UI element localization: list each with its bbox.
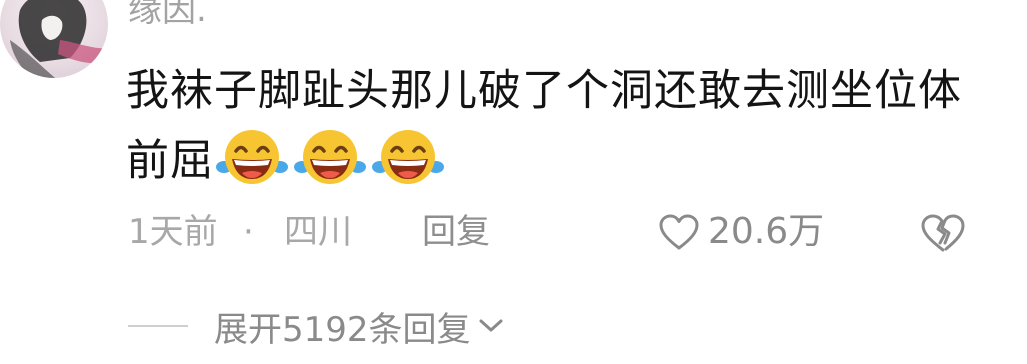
comment-meta: 1天前 · 四川 回复 20.6万: [128, 207, 988, 257]
laughing-crying-emoji-icon: [216, 130, 288, 184]
comment-text: 我袜子脚趾头那儿破了个洞还敢去测坐位体前屈: [126, 56, 986, 196]
divider-line: [128, 325, 188, 327]
avatar[interactable]: [0, 0, 108, 78]
like-count: 20.6万: [708, 211, 825, 252]
location: 四川: [284, 212, 352, 252]
expand-replies-button[interactable]: 展开5192条回复: [128, 300, 507, 352]
heart-outline-icon: [659, 214, 699, 250]
comment-item: 缘因. 我袜子脚趾头那儿破了个洞还敢去测坐位体前屈 1天前 · 四川 回复 20…: [0, 0, 1027, 364]
meta-separator: ·: [243, 212, 254, 252]
broken-heart-icon[interactable]: [920, 213, 966, 253]
expand-replies-label: 展开5192条回复: [214, 309, 471, 350]
chevron-down-icon: [479, 319, 503, 332]
laughing-crying-emoji-icon: [372, 130, 444, 184]
reply-button[interactable]: 回复: [422, 207, 490, 257]
timestamp: 1天前: [128, 212, 218, 252]
like-button[interactable]: 20.6万: [658, 207, 824, 257]
laughing-crying-emoji-icon: [294, 130, 366, 184]
username[interactable]: 缘因.: [128, 0, 207, 34]
emoji-group: [216, 127, 444, 187]
